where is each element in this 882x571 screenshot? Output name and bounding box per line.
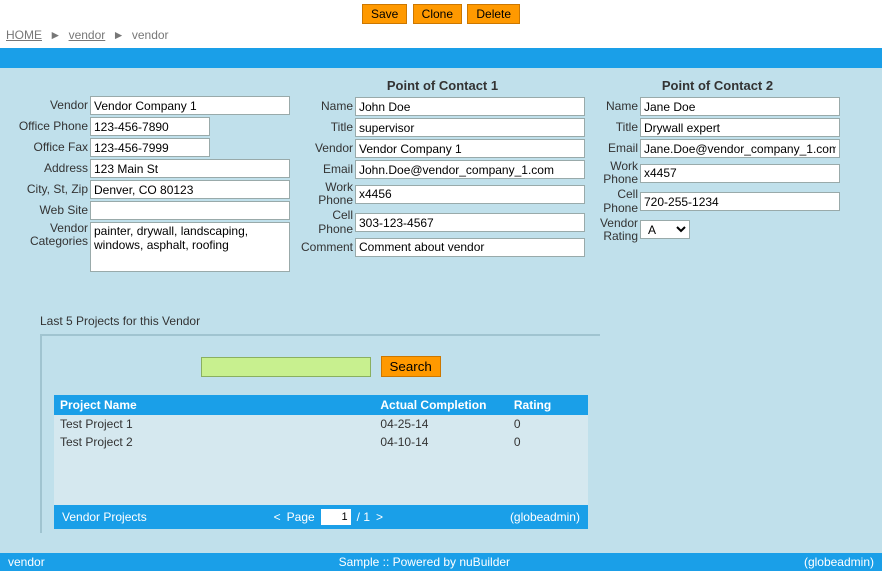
breadcrumb-vendor-1[interactable]: vendor	[69, 28, 106, 42]
city-st-zip-input[interactable]	[90, 180, 290, 199]
pager-total: / 1	[357, 510, 370, 524]
subtable-footer-title: Vendor Projects	[62, 510, 147, 524]
poc2-email-input[interactable]	[640, 139, 840, 158]
pager-next-icon[interactable]: >	[376, 510, 383, 524]
poc2-name-input[interactable]	[640, 97, 840, 116]
label-poc1-email: Email	[300, 163, 355, 176]
breadcrumb: HOME ► vendor ► vendor	[0, 26, 882, 48]
vendor-categories-input[interactable]	[90, 222, 290, 272]
subtable-heading: Last 5 Projects for this Vendor	[40, 314, 600, 328]
main-content: Vendor Office Phone Office Fax Address C…	[0, 68, 882, 553]
chevron-right-icon: ►	[113, 28, 125, 42]
label-poc1-title: Title	[300, 121, 355, 134]
label-poc2-email: Email	[595, 142, 640, 155]
label-poc1-cell-phone: Cell Phone	[300, 209, 355, 235]
label-poc1-vendor: Vendor	[300, 142, 355, 155]
subtable-search-input[interactable]	[201, 357, 371, 377]
label-office-phone: Office Phone	[10, 120, 90, 133]
footer-left: vendor	[8, 555, 45, 569]
footer-center: Sample :: Powered by nuBuilder	[45, 555, 804, 569]
label-poc1-work-phone: Work Phone	[300, 181, 355, 207]
toolbar: Save Clone Delete	[0, 0, 882, 26]
label-web-site: Web Site	[10, 204, 90, 217]
clone-button[interactable]: Clone	[413, 4, 462, 24]
poc1-vendor-input[interactable]	[355, 139, 585, 158]
delete-button[interactable]: Delete	[467, 4, 520, 24]
save-button[interactable]: Save	[362, 4, 407, 24]
poc1-email-input[interactable]	[355, 160, 585, 179]
label-vendor-categories: Vendor Categories	[10, 222, 90, 248]
poc2-vendor-rating-select[interactable]: A	[640, 220, 690, 239]
office-phone-input[interactable]	[90, 117, 210, 136]
poc1-section: Point of Contact 1 Name Title Vendor Ema…	[300, 76, 585, 259]
poc1-name-input[interactable]	[355, 97, 585, 116]
col-project-name[interactable]: Project Name	[54, 395, 374, 415]
projects-table: Project Name Actual Completion Rating Te…	[54, 395, 588, 529]
poc2-work-phone-input[interactable]	[640, 164, 840, 183]
breadcrumb-home[interactable]: HOME	[6, 28, 42, 42]
label-poc1-name: Name	[300, 100, 355, 113]
poc1-cell-phone-input[interactable]	[355, 213, 585, 232]
header-bar	[0, 48, 882, 68]
vendor-input[interactable]	[90, 96, 290, 115]
poc2-title: Point of Contact 2	[595, 76, 840, 97]
poc1-title: Point of Contact 1	[300, 76, 585, 97]
footer-bar: vendor Sample :: Powered by nuBuilder (g…	[0, 553, 882, 571]
pager-page-input[interactable]	[321, 509, 351, 525]
label-poc2-name: Name	[595, 100, 640, 113]
label-vendor: Vendor	[10, 99, 90, 112]
vendor-section: Vendor Office Phone Office Fax Address C…	[10, 76, 290, 274]
poc2-title-input[interactable]	[640, 118, 840, 137]
label-poc2-work-phone: Work Phone	[595, 160, 640, 186]
label-address: Address	[10, 162, 90, 175]
label-poc1-comment: Comment	[300, 241, 355, 254]
subtable: Last 5 Projects for this Vendor Search P…	[40, 314, 600, 533]
office-fax-input[interactable]	[90, 138, 210, 157]
pager-prev-icon[interactable]: <	[274, 510, 281, 524]
subtable-search-button[interactable]: Search	[381, 356, 441, 377]
label-office-fax: Office Fax	[10, 141, 90, 154]
poc1-title-input[interactable]	[355, 118, 585, 137]
label-poc2-vendor-rating: Vendor Rating	[595, 217, 640, 243]
table-row[interactable]: Test Project 1 04-25-14 0	[54, 415, 588, 433]
poc1-work-phone-input[interactable]	[355, 185, 585, 204]
poc2-section: Point of Contact 2 Name Title Email Work…	[595, 76, 840, 245]
footer-right: (globeadmin)	[804, 555, 874, 569]
poc2-cell-phone-input[interactable]	[640, 192, 840, 211]
label-city-st-zip: City, St, Zip	[10, 183, 90, 196]
label-poc2-cell-phone: Cell Phone	[595, 188, 640, 214]
subtable-footer-user: (globeadmin)	[510, 510, 580, 524]
label-poc2-title: Title	[595, 121, 640, 134]
breadcrumb-vendor-2: vendor	[132, 28, 169, 42]
pager-page-label: Page	[287, 510, 315, 524]
poc1-comment-input[interactable]	[355, 238, 585, 257]
col-actual-completion[interactable]: Actual Completion	[374, 395, 508, 415]
col-rating[interactable]: Rating	[508, 395, 588, 415]
web-site-input[interactable]	[90, 201, 290, 220]
table-row[interactable]: Test Project 2 04-10-14 0	[54, 433, 588, 451]
address-input[interactable]	[90, 159, 290, 178]
chevron-right-icon: ►	[49, 28, 61, 42]
